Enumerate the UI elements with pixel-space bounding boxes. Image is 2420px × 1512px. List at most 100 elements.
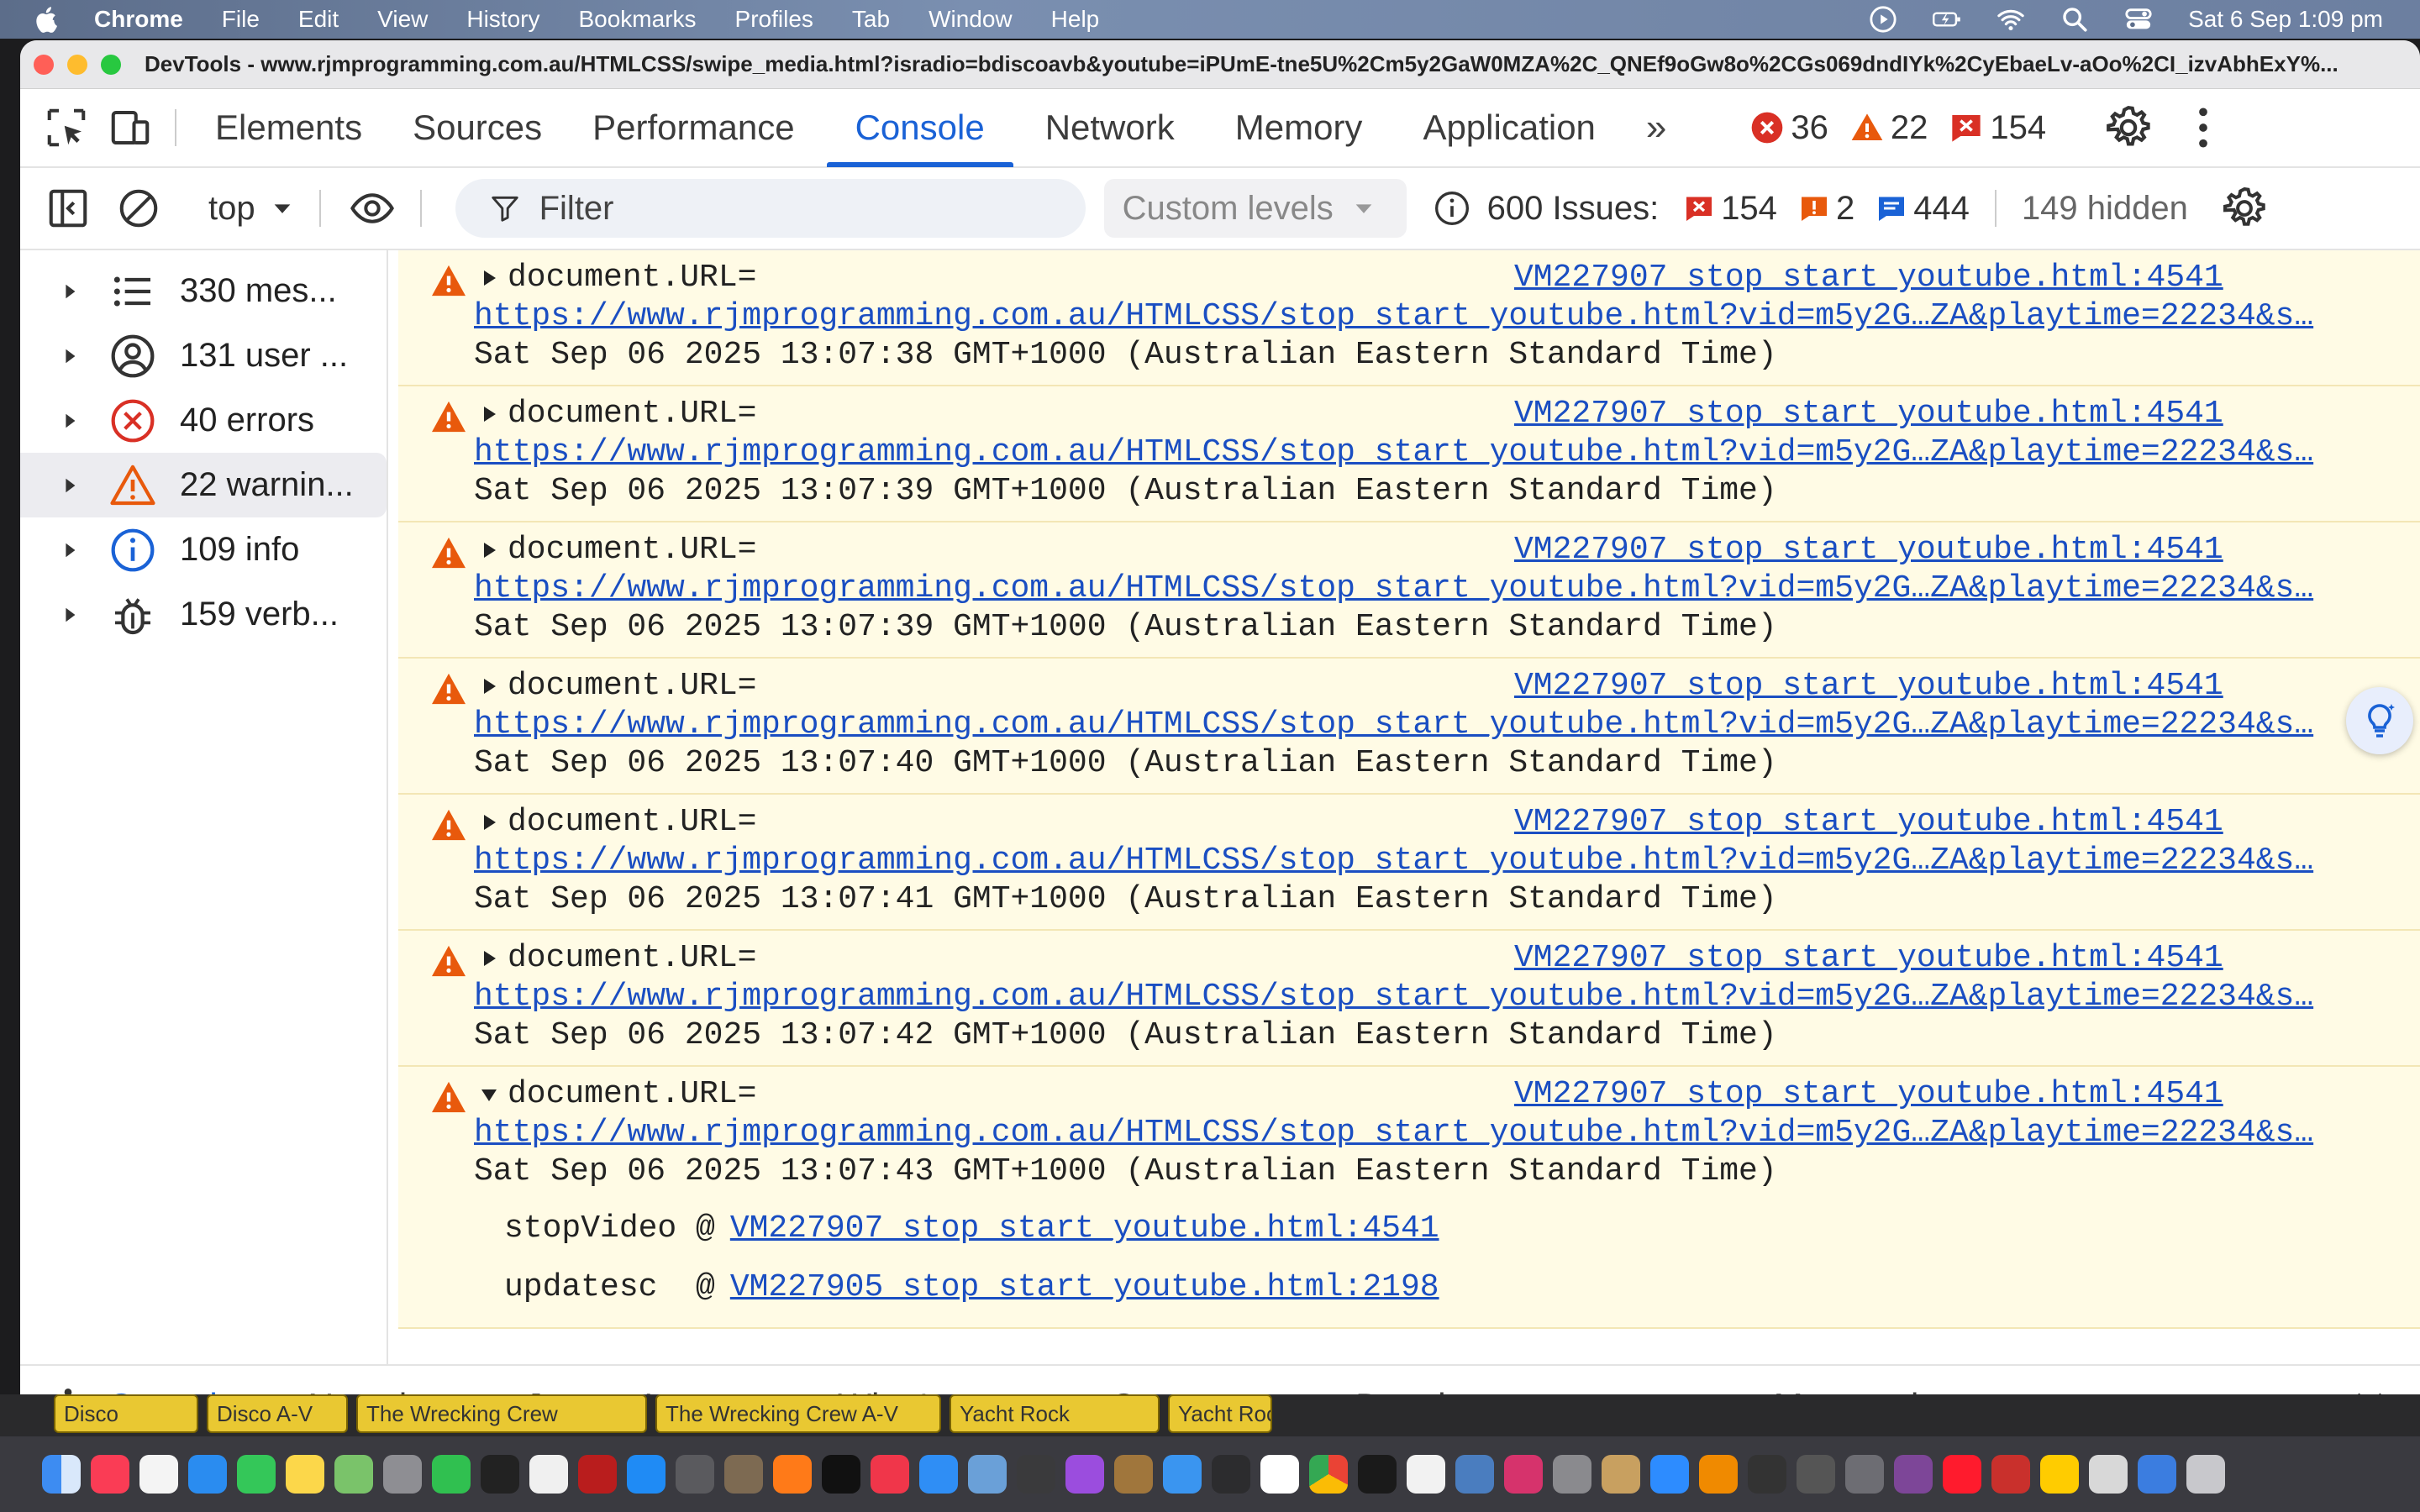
apple-icon[interactable] (32, 4, 62, 34)
drawer-tab-ai-assistance[interactable]: AI assistance (301, 1366, 551, 1394)
message-source-link[interactable]: VM227907 stop_start_youtube.html:4541 (1514, 939, 2223, 978)
message-source-link[interactable]: VM227907 stop_start_youtube.html:4541 (1514, 803, 2223, 842)
control-center-icon[interactable] (2124, 5, 2153, 34)
device-toolbar-icon[interactable] (108, 105, 153, 150)
message-url-link[interactable]: https://www.rjmprogramming.com.au/HTMLCS… (398, 842, 2356, 880)
stack-link[interactable]: VM227907 stop_start_youtube.html:4541 (730, 1210, 1439, 1248)
page-chip[interactable]: The Wrecking Crew A-V (655, 1394, 941, 1433)
sidebar-toggle-icon[interactable] (45, 186, 91, 231)
firefox-icon[interactable] (773, 1455, 812, 1494)
context-selector[interactable]: top (208, 190, 294, 228)
clipboard-icon[interactable] (2089, 1455, 2128, 1494)
sidebar-item-warnings[interactable]: 22 warnin... (20, 453, 387, 517)
collapse-arrow-icon[interactable] (479, 1084, 499, 1105)
issues-info-badge[interactable]: 444 (1876, 190, 1970, 228)
console-warning-message[interactable]: document.URL= VM227907 stop_start_youtube… (398, 931, 2420, 1067)
console-warning-message[interactable]: document.URL= VM227907 stop_start_youtube… (398, 659, 2420, 795)
safari-icon[interactable] (919, 1455, 958, 1494)
info-icon[interactable] (1434, 190, 1470, 227)
message-url-link[interactable]: https://www.rjmprogramming.com.au/HTMLCS… (398, 570, 2356, 608)
live-expression-eye-icon[interactable] (346, 186, 398, 231)
console-settings-gear-icon[interactable] (2222, 186, 2267, 231)
facetime-icon[interactable] (432, 1455, 471, 1494)
filezilla-pro-icon[interactable] (1991, 1455, 2030, 1494)
notes-icon[interactable] (286, 1455, 324, 1494)
menu-help[interactable]: Help (1051, 6, 1100, 33)
vlc-icon[interactable] (1699, 1455, 1738, 1494)
warning-counter[interactable]: 22 (1850, 109, 1928, 147)
intellij-icon[interactable] (1504, 1455, 1543, 1494)
console-warning-message[interactable]: document.URL= VM227907 stop_start_youtube… (398, 522, 2420, 659)
tab-sources[interactable]: Sources (413, 88, 542, 167)
calculator-icon[interactable] (676, 1455, 714, 1494)
issues-warning-badge[interactable]: 2 (1799, 190, 1854, 228)
sidebar-item-user-messages[interactable]: 131 user ... (20, 323, 387, 388)
bbedit-icon[interactable] (1017, 1455, 1055, 1494)
menu-bookmarks[interactable]: Bookmarks (578, 6, 696, 33)
tab-network[interactable]: Network (1045, 88, 1175, 167)
battery-icon[interactable] (1933, 5, 1961, 34)
message-source-link[interactable]: VM227907 stop_start_youtube.html:4541 (1514, 395, 2223, 433)
mail-icon[interactable] (188, 1455, 227, 1494)
sidebar-item-verbose[interactable]: 159 verb... (20, 582, 387, 647)
message-url-link[interactable]: https://www.rjmprogramming.com.au/HTMLCS… (398, 706, 2356, 744)
console-warning-message[interactable]: document.URL= VM227907 stop_start_youtube… (398, 386, 2420, 522)
clear-console-icon[interactable] (116, 186, 161, 231)
message-url-link[interactable]: https://www.rjmprogramming.com.au/HTMLCS… (398, 978, 2356, 1016)
console-warning-message-expanded[interactable]: document.URL= VM227907 stop_start_youtube… (398, 1067, 2420, 1329)
settings-gear-icon[interactable] (2105, 104, 2152, 151)
app-store-icon[interactable] (627, 1455, 666, 1494)
spotlight-search-icon[interactable] (2060, 5, 2089, 34)
page-chip[interactable]: Disco (54, 1394, 198, 1433)
menu-window[interactable]: Window (929, 6, 1013, 33)
expand-arrow-icon[interactable] (479, 676, 499, 696)
drawer-tab-console[interactable]: Console (108, 1366, 237, 1394)
drawer-tab-developer-resources[interactable]: Developer resources (1355, 1366, 1681, 1394)
menu-view[interactable]: View (377, 6, 428, 33)
issues-error-badge[interactable]: 154 (1684, 190, 1777, 228)
expand-arrow-icon[interactable] (479, 268, 499, 288)
quicktime-icon[interactable] (1455, 1455, 1494, 1494)
tab-application[interactable]: Application (1423, 88, 1595, 167)
drawer-tab-whats-new[interactable]: What's new (838, 1366, 1019, 1394)
drawer-tab-memory-inspector[interactable]: Memory inspector (1774, 1366, 2054, 1394)
zoom-icon[interactable] (1650, 1455, 1689, 1494)
drawer-tab-issues[interactable]: Issues (644, 1366, 745, 1394)
minimize-window-button[interactable] (67, 54, 87, 75)
message-source-link[interactable]: VM227907 stop_start_youtube.html:4541 (1514, 531, 2223, 570)
stack-link[interactable]: VM227905 stop_start_youtube.html:2198 (730, 1268, 1439, 1307)
close-drawer-icon[interactable] (2349, 1386, 2390, 1394)
close-window-button[interactable] (34, 54, 54, 75)
trash-icon[interactable] (2186, 1455, 2225, 1494)
expand-arrow-icon[interactable] (479, 540, 499, 560)
reminders-icon[interactable] (139, 1455, 178, 1494)
page-chip[interactable]: Disco A-V (207, 1394, 348, 1433)
downloads-icon[interactable] (2138, 1455, 2176, 1494)
ai-assistance-button[interactable] (2346, 687, 2413, 754)
page-chip[interactable]: Yacht Rock (1168, 1394, 1272, 1433)
menu-history[interactable]: History (466, 6, 539, 33)
calendar-icon[interactable] (1260, 1455, 1299, 1494)
message-url-link[interactable]: https://www.rjmprogramming.com.au/HTMLCS… (398, 297, 2356, 336)
system-settings-icon[interactable] (1553, 1455, 1591, 1494)
zoom-window-button[interactable] (101, 54, 121, 75)
menu-app-name[interactable]: Chrome (94, 6, 183, 33)
menu-tab[interactable]: Tab (852, 6, 890, 33)
filter-input[interactable] (539, 189, 1044, 228)
issues-label[interactable]: 600 Issues: (1487, 190, 1660, 228)
message-url-link[interactable]: https://www.rjmprogramming.com.au/HTMLCS… (398, 1114, 2356, 1152)
menu-clock[interactable]: Sat 6 Sep 1:09 pm (2188, 6, 2383, 33)
gimp-icon[interactable] (724, 1455, 763, 1494)
messages-icon[interactable] (237, 1455, 276, 1494)
preview-icon[interactable] (968, 1455, 1007, 1494)
console-warning-message[interactable]: document.URL= VM227907 stop_start_youtube… (398, 250, 2420, 386)
message-source-link[interactable]: VM227907 stop_start_youtube.html:4541 (1514, 1075, 2223, 1114)
inkscape-icon[interactable] (1748, 1455, 1786, 1494)
menu-file[interactable]: File (222, 6, 260, 33)
launchpad-icon[interactable] (383, 1455, 422, 1494)
custom-levels-dropdown[interactable]: Custom levels (1103, 179, 1407, 238)
sidebar-item-info[interactable]: 109 info (20, 517, 387, 582)
expand-arrow-icon[interactable] (479, 812, 499, 832)
sidebar-item-messages[interactable]: 330 mes... (20, 259, 387, 323)
palette-icon[interactable] (1602, 1455, 1640, 1494)
